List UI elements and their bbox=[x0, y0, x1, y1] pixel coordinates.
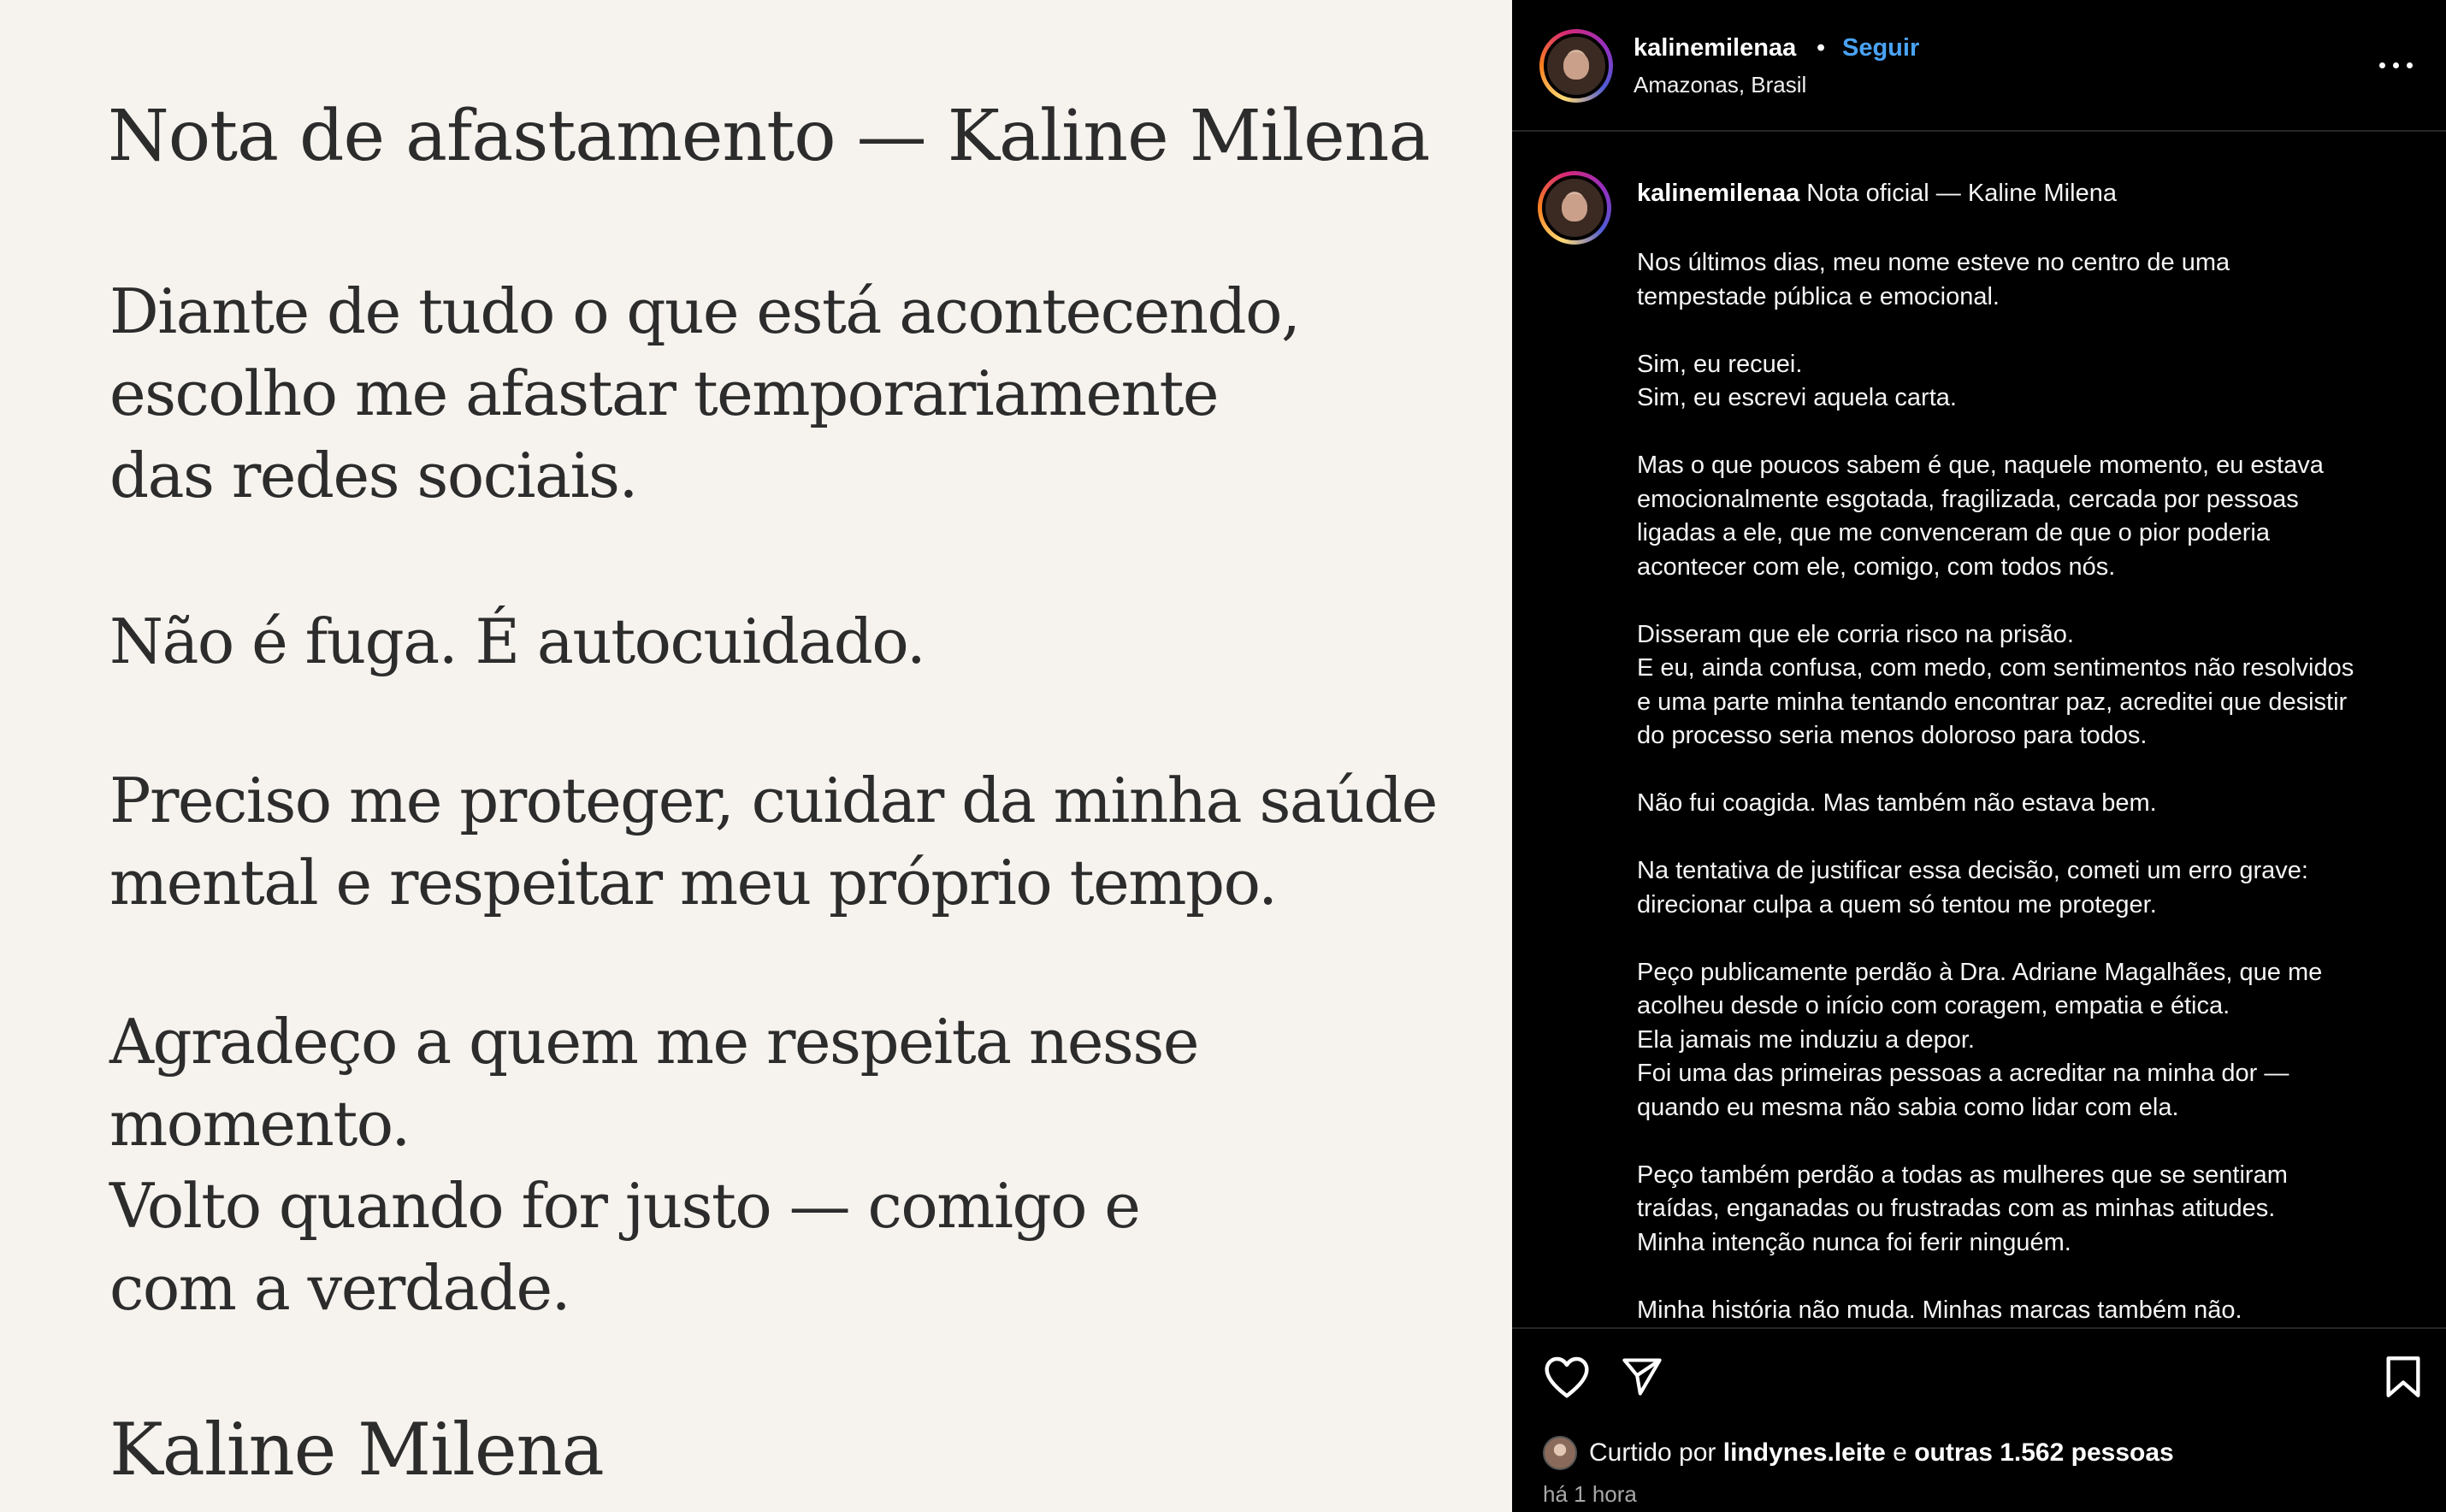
note-paragraph: Diante de tudo o que está acontecendo, e… bbox=[109, 275, 1301, 511]
caption-title: Nota oficial — Kaline Milena bbox=[1806, 180, 2117, 207]
paper-plane-icon bbox=[1622, 1358, 1662, 1396]
more-options-button[interactable] bbox=[2376, 50, 2419, 80]
caption-heading: kalinemilenaa Nota oficial — Kaline Mile… bbox=[1637, 180, 2117, 208]
caption-area[interactable]: kalinemilenaa Nota oficial — Kaline Mile… bbox=[1512, 133, 2446, 1327]
bookmark-icon bbox=[2386, 1356, 2420, 1397]
note-paragraph: Agradeço a quem me respeita nesse moment… bbox=[109, 1006, 1199, 1324]
note-paragraph: Preciso me proteger, cuidar da minha saú… bbox=[109, 765, 1438, 918]
author-username[interactable]: kalinemilenaa bbox=[1634, 34, 1796, 62]
like-button[interactable] bbox=[1543, 1355, 1591, 1403]
likes-connector: e bbox=[1893, 1438, 1907, 1467]
header-separator: • bbox=[1817, 34, 1826, 62]
heart-icon bbox=[1545, 1356, 1589, 1398]
note-paragraph: Não é fuga. É autocuidado. bbox=[109, 605, 926, 677]
post-header: kalinemilenaa • Seguir Amazonas, Brasil bbox=[1512, 0, 2446, 132]
post-image: Nota de afastamento — Kaline Milena Dian… bbox=[0, 0, 1512, 1512]
author-avatar[interactable] bbox=[1539, 29, 1613, 103]
follow-button[interactable]: Seguir bbox=[1842, 34, 1919, 62]
caption-username[interactable]: kalinemilenaa bbox=[1637, 180, 1799, 207]
likes-prefix: Curtido por bbox=[1589, 1438, 1716, 1467]
post-location[interactable]: Amazonas, Brasil bbox=[1634, 72, 1806, 98]
post-actions: Curtido por lindynes.leite e outras 1.56… bbox=[1512, 1327, 2446, 1512]
liker-username[interactable]: lindynes.leite bbox=[1723, 1438, 1886, 1468]
post-timestamp[interactable]: há 1 hora bbox=[1543, 1481, 1637, 1508]
note-title: Nota de afastamento — Kaline Milena bbox=[108, 96, 1430, 177]
caption-avatar[interactable] bbox=[1538, 171, 1611, 245]
likes-others[interactable]: outras 1.562 pessoas bbox=[1914, 1438, 2174, 1468]
liker-avatar[interactable] bbox=[1543, 1436, 1577, 1470]
share-button[interactable] bbox=[1620, 1355, 1664, 1403]
note-signature: Kaline Milena bbox=[109, 1408, 605, 1491]
post-side-panel: kalinemilenaa • Seguir Amazonas, Brasil … bbox=[1512, 0, 2446, 1512]
caption-text: Nos últimos dias, meu nome esteve no cen… bbox=[1637, 249, 2354, 1324]
more-horizontal-icon bbox=[2379, 62, 2385, 68]
likes-summary[interactable]: Curtido por lindynes.leite e outras 1.56… bbox=[1543, 1433, 2174, 1473]
save-button[interactable] bbox=[2384, 1355, 2422, 1403]
